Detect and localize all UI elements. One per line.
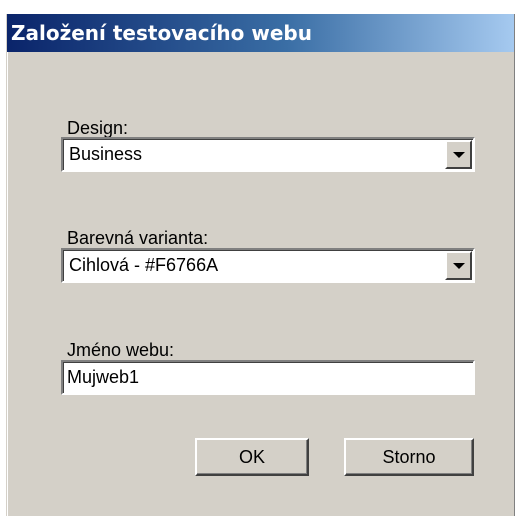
design-dropdown-arrow-icon[interactable] [445, 140, 472, 169]
ok-button[interactable]: OK [195, 438, 309, 476]
color-variant-select[interactable]: Cihlová - #F6766A [61, 248, 475, 283]
color-variant-dropdown-arrow-icon[interactable] [445, 251, 472, 280]
design-select-value: Business [69, 144, 143, 164]
site-name-label: Jméno webu: [67, 340, 175, 360]
color-variant-select-value: Cihlová - #F6766A [69, 255, 219, 275]
dialog-right-border [514, 14, 515, 516]
site-name-input[interactable] [61, 360, 475, 395]
color-variant-label: Barevná varianta: [67, 228, 209, 248]
dialog-window: Založení testovacího webu Design: Busine… [6, 14, 515, 516]
dialog-titlebar[interactable]: Založení testovacího webu [7, 14, 515, 52]
design-label: Design: [67, 118, 129, 138]
cancel-button[interactable]: Storno [344, 438, 474, 476]
design-select[interactable]: Business [61, 137, 475, 172]
